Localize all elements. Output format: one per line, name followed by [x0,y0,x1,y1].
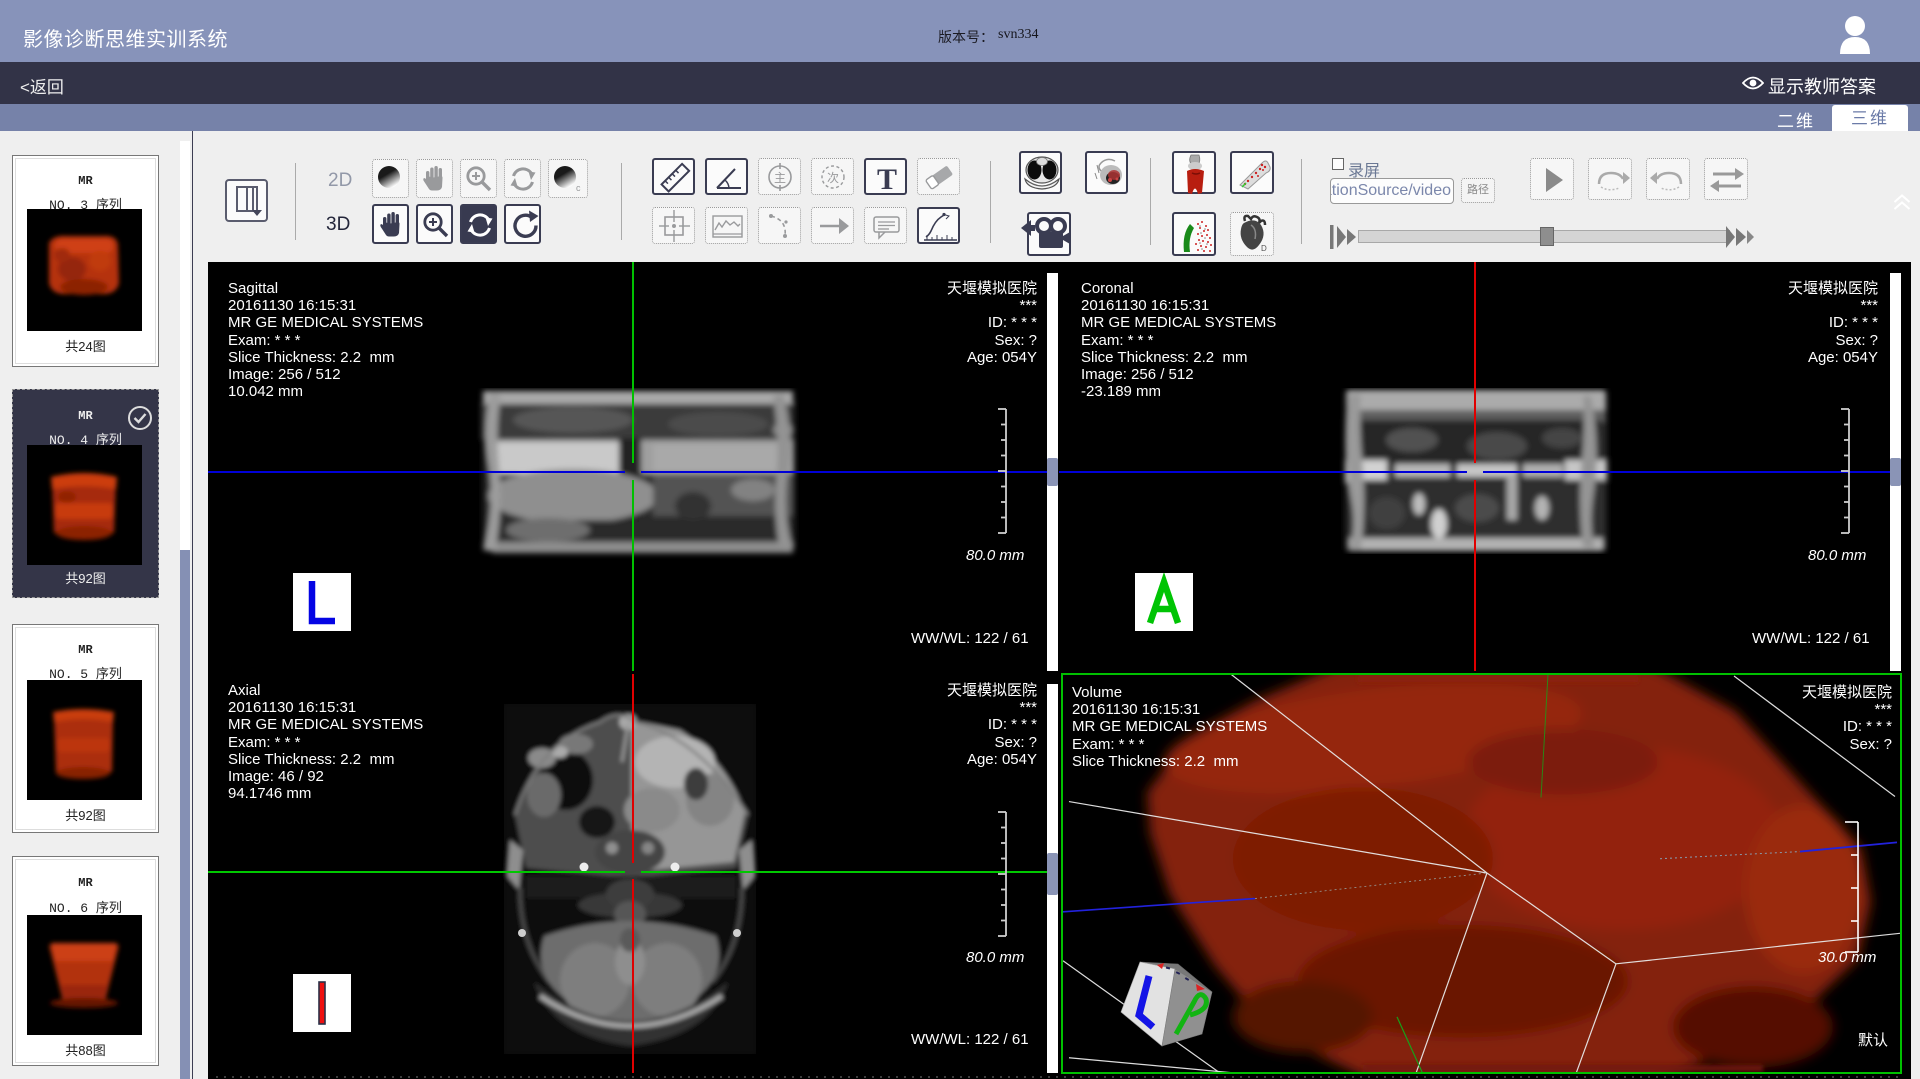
svg-text:c: c [576,183,581,193]
svg-text:主: 主 [774,171,786,185]
svg-text:D: D [1261,244,1267,253]
svg-text:T: T [877,163,897,196]
svg-text:次: 次 [827,171,839,185]
